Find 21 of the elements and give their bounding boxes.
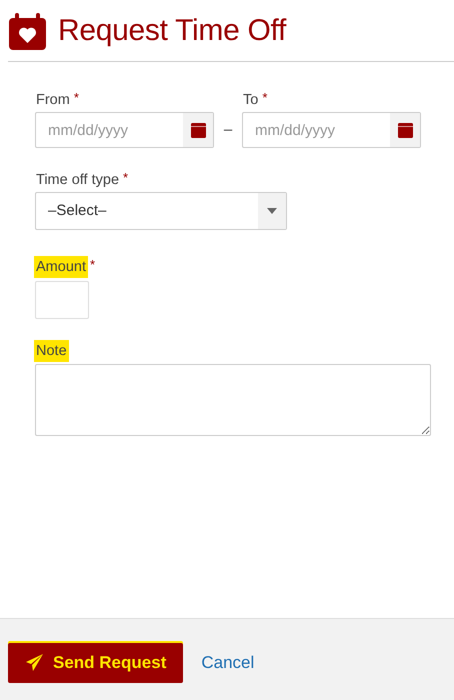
page-title: Request Time Off: [58, 14, 286, 48]
note-field[interactable]: [35, 364, 431, 436]
field-label: Amount: [34, 256, 88, 278]
required-mark: *: [90, 258, 96, 271]
type-dropdown[interactable]: –Select–: [35, 192, 287, 230]
send-request-button[interactable]: Send Request: [8, 642, 184, 682]
caret-icon: [267, 208, 277, 214]
paper-plane-icon: [26, 654, 43, 671]
field-label: Note: [34, 340, 69, 362]
calendar-icon[interactable]: [190, 122, 206, 138]
field-label: From: [35, 91, 71, 109]
calendar-heart-icon: [9, 12, 46, 50]
required-mark: *: [123, 171, 128, 184]
calendar-icon[interactable]: [398, 122, 412, 138]
cancel-link[interactable]: Cancel: [201, 652, 254, 672]
required-mark: *: [74, 91, 79, 104]
field-label: To: [242, 91, 260, 109]
required-mark: *: [262, 91, 268, 104]
range-separator: –: [222, 121, 234, 138]
amount-field[interactable]: [35, 281, 89, 319]
field-label: Time off type: [35, 171, 120, 189]
